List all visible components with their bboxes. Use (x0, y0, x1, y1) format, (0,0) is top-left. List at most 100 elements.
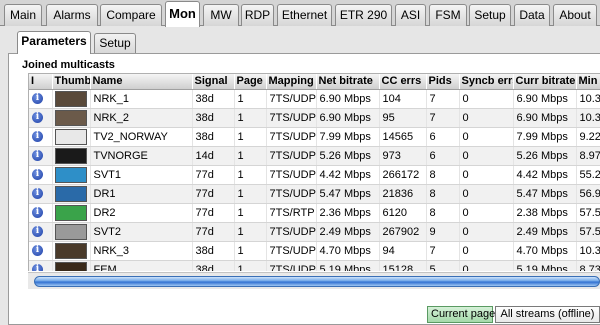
tab-about[interactable]: About (553, 4, 597, 26)
curr-bitrate-cell: 4.70 Mbps (513, 241, 577, 261)
info-icon[interactable]: i (32, 169, 43, 181)
table-row[interactable]: i TV2_NORWAY 38d 1 7TS/UDP 7.99 Mbps 14565 6 0 7.… (29, 127, 600, 147)
col-header-cc-errs[interactable]: CC errs (379, 74, 427, 90)
min-bitrate-cell: 10.30 k (576, 108, 600, 128)
table-row[interactable]: i SVT1 77d 1 7TS/UDP 4.42 Mbps 266172 8 0 4.42 Mb… (29, 165, 600, 185)
tab-asi[interactable]: ASI (395, 4, 426, 26)
subtab-parameters[interactable]: Parameters (17, 31, 91, 54)
thumb-cell (52, 203, 91, 223)
video-thumbnail[interactable] (54, 204, 87, 221)
tab-mon[interactable]: Mon (165, 1, 200, 27)
cc-errs-cell: 15128 (379, 260, 427, 271)
signal-cell: 77d (192, 222, 235, 242)
thumb-cell (52, 260, 91, 271)
page-cell: 1 (234, 108, 267, 128)
col-header-pids[interactable]: Pids (426, 74, 460, 90)
info-icon[interactable]: i (32, 264, 43, 271)
table-row[interactable]: i NRK_1 38d 1 7TS/UDP 6.90 Mbps 104 7 0 6.90 Mbps… (29, 89, 600, 109)
info-icon[interactable]: i (32, 188, 43, 200)
video-thumbnail[interactable] (54, 109, 87, 126)
all-streams-button[interactable]: All streams (offline) (495, 306, 600, 323)
pids-cell: 7 (426, 89, 460, 109)
pids-cell: 8 (426, 203, 460, 223)
tab-etr-290[interactable]: ETR 290 (335, 4, 392, 26)
cc-errs-cell: 14565 (379, 127, 427, 147)
table-row[interactable]: i DR2 77d 1 7TS/RTP 2.36 Mbps 6120 8 0 2.38 Mbps 5… (29, 203, 600, 223)
col-header-min-bitrate[interactable]: Min bit (576, 74, 600, 90)
video-thumbnail[interactable] (54, 223, 87, 240)
table-row[interactable]: i NRK_2 38d 1 7TS/UDP 6.90 Mbps 95 7 0 6.90 Mbps 1… (29, 108, 600, 128)
info-icon[interactable]: i (32, 112, 43, 124)
col-header-info[interactable]: I (29, 74, 53, 90)
info-icon[interactable]: i (32, 93, 43, 105)
net-bitrate-cell: 5.19 Mbps (316, 260, 380, 271)
page-cell: 1 (234, 89, 267, 109)
video-thumbnail[interactable] (54, 90, 87, 107)
tab-alarms[interactable]: Alarms (46, 4, 98, 26)
tab-setup[interactable]: Setup (469, 4, 511, 26)
thumb-cell (52, 241, 91, 261)
table-row[interactable]: i TVNORGE 14d 1 7TS/UDP 5.26 Mbps 973 6 0 5.26 Mb… (29, 146, 600, 166)
net-bitrate-cell: 2.36 Mbps (316, 203, 380, 223)
col-header-thumb[interactable]: Thumb (52, 74, 91, 90)
current-page-button[interactable]: Current page (427, 306, 495, 323)
video-thumbnail[interactable] (54, 242, 87, 259)
video-thumbnail[interactable] (54, 185, 87, 202)
info-icon[interactable]: i (32, 226, 43, 238)
pids-cell: 6 (426, 127, 460, 147)
min-bitrate-cell: 9.22 kb (576, 127, 600, 147)
tab-ethernet[interactable]: Ethernet (277, 4, 332, 26)
thumb-cell (52, 127, 91, 147)
signal-cell: 77d (192, 203, 235, 223)
signal-cell: 38d (192, 241, 235, 261)
col-header-name[interactable]: Name (90, 74, 193, 90)
curr-bitrate-cell: 6.90 Mbps (513, 108, 577, 128)
net-bitrate-cell: 4.70 Mbps (316, 241, 380, 261)
mapping-cell: 7TS/UDP (266, 108, 317, 128)
video-thumbnail[interactable] (54, 147, 87, 164)
info-icon[interactable]: i (32, 207, 43, 219)
video-thumbnail[interactable] (54, 166, 87, 183)
table-row[interactable]: i NRK_3 38d 1 7TS/UDP 4.70 Mbps 94 7 0 4.70 Mbps 1… (29, 241, 600, 261)
col-header-signal[interactable]: Signal (192, 74, 235, 90)
tab-fsm[interactable]: FSM (429, 4, 467, 26)
cc-errs-cell: 6120 (379, 203, 427, 223)
page-cell: 1 (234, 241, 267, 261)
col-header-syncb-errs[interactable]: Syncb errs (459, 74, 514, 90)
page-cell: 1 (234, 165, 267, 185)
signal-cell: 14d (192, 146, 235, 166)
tab-compare[interactable]: Compare (100, 4, 162, 26)
min-bitrate-cell: 57.50 k (576, 222, 600, 242)
tab-main[interactable]: Main (4, 4, 42, 26)
info-cell: i (29, 165, 53, 185)
pids-cell: 7 (426, 108, 460, 128)
signal-cell: 38d (192, 89, 235, 109)
video-thumbnail[interactable] (54, 261, 87, 271)
col-header-net-bitrate[interactable]: Net bitrate (316, 74, 380, 90)
col-header-page[interactable]: Page (234, 74, 267, 90)
info-icon[interactable]: i (32, 245, 43, 257)
table-row[interactable]: i FEM 38d 1 7TS/UDP 5.19 Mbps 15128 5 0 5.19 Mbps… (29, 260, 600, 271)
info-icon[interactable]: i (32, 131, 43, 143)
syncb-errs-cell: 0 (459, 222, 514, 242)
syncb-errs-cell: 0 (459, 146, 514, 166)
tab-rdp[interactable]: RDP (241, 4, 274, 26)
syncb-errs-cell: 0 (459, 165, 514, 185)
pids-cell: 5 (426, 260, 460, 271)
col-header-mapping[interactable]: Mapping (266, 74, 317, 90)
table-row[interactable]: i DR1 77d 1 7TS/UDP 5.47 Mbps 21836 8 0 5.47 Mbps… (29, 184, 600, 204)
info-icon[interactable]: i (32, 150, 43, 162)
scrollbar-thumb[interactable] (34, 276, 600, 287)
min-bitrate-cell: 10.30 k (576, 241, 600, 261)
col-header-curr-bitrate[interactable]: Curr bitrate (513, 74, 577, 90)
table-row[interactable]: i SVT2 77d 1 7TS/UDP 2.49 Mbps 267902 9 0 2.49 Mb… (29, 222, 600, 242)
cc-errs-cell: 94 (379, 241, 427, 261)
name-cell: DR2 (90, 203, 193, 223)
name-cell: NRK_3 (90, 241, 193, 261)
cc-errs-cell: 95 (379, 108, 427, 128)
horizontal-scrollbar[interactable] (28, 272, 600, 289)
subtab-setup[interactable]: Setup (94, 33, 136, 53)
tab-data[interactable]: Data (514, 4, 550, 26)
video-thumbnail[interactable] (54, 128, 87, 145)
tab-mw[interactable]: MW (203, 4, 239, 26)
